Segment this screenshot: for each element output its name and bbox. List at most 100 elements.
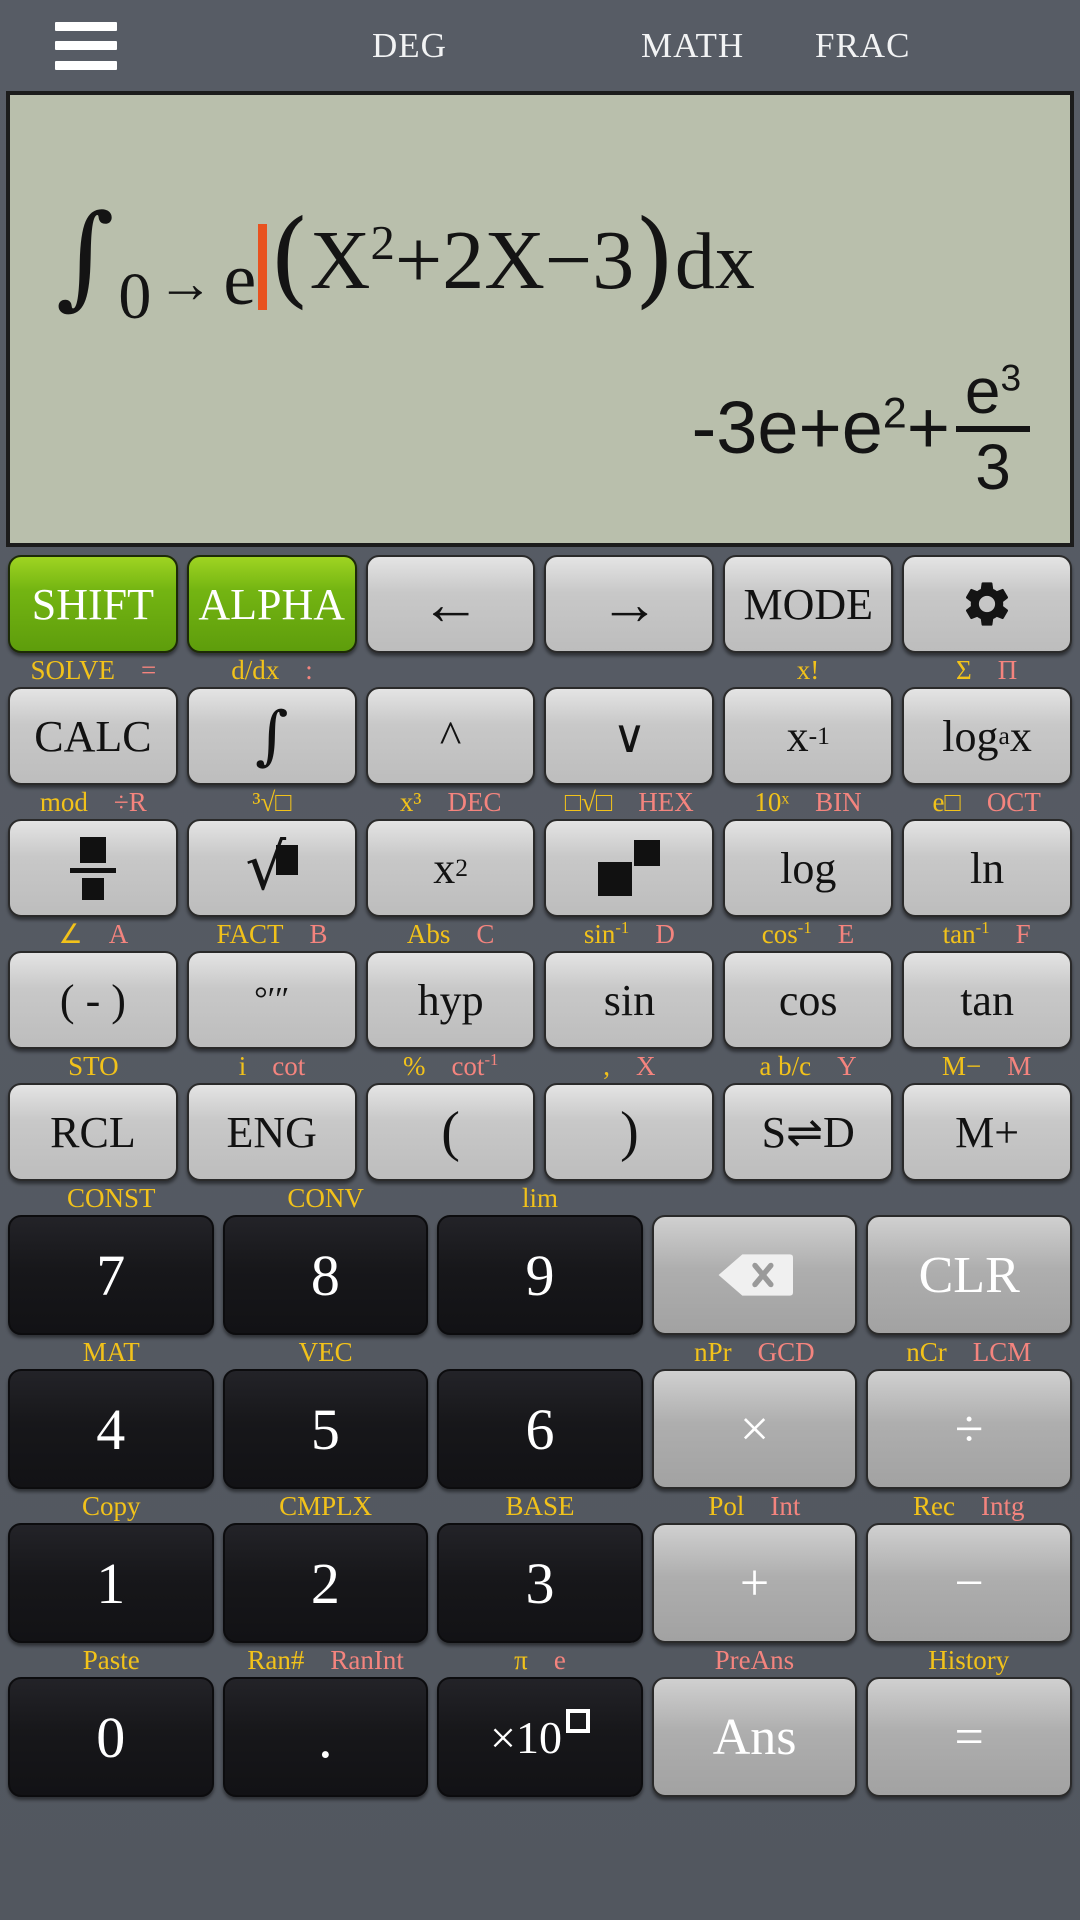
mode-button[interactable]: MODE (723, 555, 894, 653)
hint-preans: PreAns (714, 1644, 795, 1675)
hint-copy: Copy (81, 1490, 141, 1521)
plus-button[interactable]: + (651, 1523, 858, 1643)
differential-dx: dx (674, 218, 755, 306)
hyp-button[interactable]: hyp (365, 951, 536, 1049)
hint-base: BASE (505, 1490, 575, 1521)
digit-5-button[interactable]: 5 (222, 1369, 429, 1489)
hint-hex: HEX (638, 786, 694, 817)
hint-row-1: SOLVE = d/dx: x! ΣΠ (4, 653, 1076, 687)
digit-7-button[interactable]: 7 (8, 1215, 214, 1335)
hint-var-f: F (1015, 918, 1031, 949)
hint-var-d: D (655, 918, 675, 949)
square-button[interactable]: x2 (365, 819, 536, 917)
result-term-1: -3e+e2+ (691, 385, 950, 469)
reciprocal-button[interactable]: x -1 (723, 687, 894, 785)
arrow-right-button[interactable]: → (544, 555, 715, 653)
hint-bin: BIN (815, 786, 862, 817)
hint-ncr: nCr (906, 1336, 947, 1367)
digit-9-button[interactable]: 9 (437, 1215, 643, 1335)
rcl-button[interactable]: RCL (8, 1083, 178, 1181)
hint-int: Int (770, 1490, 801, 1521)
dms-button[interactable]: °′″ (186, 951, 357, 1049)
digit-4-button[interactable]: 4 (8, 1369, 214, 1489)
shift-button[interactable]: SHIFT (8, 555, 178, 653)
ans-button[interactable]: Ans (651, 1677, 858, 1797)
log-base-a-button[interactable]: log a x (902, 687, 1072, 785)
clear-button[interactable]: CLR (866, 1215, 1072, 1335)
digit-1-button[interactable]: 1 (8, 1523, 214, 1643)
hint-ran: Ran# (247, 1644, 305, 1675)
ln-button[interactable]: ln (902, 819, 1072, 917)
hint-cube-root: ³√□ (252, 786, 292, 817)
calc-button[interactable]: CALC (8, 687, 178, 785)
hint-pol: Pol (708, 1490, 745, 1521)
keypad: SHIFT ALPHA ← → MODE SOLVE = d/dx: x! ΣΠ … (0, 547, 1080, 1920)
tan-button[interactable]: tan (902, 951, 1072, 1049)
arrow-up-button[interactable]: ^ (365, 687, 536, 785)
calculator-display[interactable]: ∫ 0 → e ( X2+2X−3 ) dx -3e+e2+ e3 3 (6, 91, 1074, 547)
memory-plus-button[interactable]: M+ (902, 1083, 1072, 1181)
digit-0-button[interactable]: 0 (8, 1677, 214, 1797)
exponent-ten-icon: ×10 (490, 1709, 590, 1764)
hint-mem-minus: M− (942, 1050, 982, 1081)
format-mode-indicator: FRAC (815, 25, 911, 65)
fraction-button[interactable] (8, 819, 178, 917)
close-paren-glyph: ) (634, 197, 675, 319)
hint-abc: a b/c (759, 1050, 812, 1081)
hint-history: History (928, 1644, 1010, 1675)
alpha-button[interactable]: ALPHA (186, 555, 357, 653)
hint-cot: cot (272, 1050, 306, 1081)
arrow-down-button[interactable]: ∨ (544, 687, 715, 785)
hint-ranint: RanInt (330, 1644, 404, 1675)
cos-button[interactable]: cos (723, 951, 894, 1049)
hint-mod: mod (39, 786, 88, 817)
hint-row-4: STO i cot % cot-1 , X a b/c Y M− M (4, 1049, 1076, 1083)
minus-button[interactable]: − (866, 1523, 1072, 1643)
hint-intg: Intg (981, 1490, 1025, 1521)
keypad-row-2: CALC ∫ ^ ∨ x -1 log a x (4, 687, 1076, 785)
digit-3-button[interactable]: 3 (437, 1523, 643, 1643)
backspace-icon (718, 1254, 793, 1296)
hint-e-pow: e□ (932, 786, 961, 817)
hint-equals: = (140, 654, 157, 685)
digit-6-button[interactable]: 6 (437, 1369, 643, 1489)
digit-8-button[interactable]: 8 (222, 1215, 429, 1335)
result-expression: -3e+e2+ e3 3 (691, 357, 1030, 499)
arrow-left-button[interactable]: ← (365, 555, 536, 653)
fraction-icon (69, 836, 116, 900)
open-paren-button[interactable]: ( (365, 1083, 536, 1181)
hint-var-x: X (635, 1050, 656, 1081)
keypad-row-6: 7 8 9 CLR (4, 1215, 1076, 1335)
equals-button[interactable]: = (866, 1677, 1072, 1797)
decimal-point-button[interactable]: . (222, 1677, 429, 1797)
multiply-button[interactable]: × (651, 1369, 858, 1489)
log-button[interactable]: log (723, 819, 894, 917)
close-paren-button[interactable]: ) (544, 1083, 715, 1181)
hint-dec: DEC (447, 786, 502, 817)
square-root-button[interactable]: √ (186, 819, 357, 917)
settings-button[interactable] (902, 555, 1072, 653)
negative-button[interactable]: ( - ) (8, 951, 178, 1049)
input-expression: ∫ 0 → e ( X2+2X−3 ) dx (56, 191, 755, 333)
hint-colon: : (305, 654, 313, 685)
keypad-row-1: SHIFT ALPHA ← → MODE (4, 555, 1076, 653)
exponent-ten-button[interactable]: ×10 (437, 1677, 643, 1797)
hint-npr: nPr (694, 1336, 732, 1367)
s-to-d-button[interactable]: S⇌D (723, 1083, 894, 1181)
text-cursor (258, 224, 268, 310)
divide-button[interactable]: ÷ (866, 1369, 1072, 1489)
hint-mat: MAT (82, 1336, 140, 1367)
backspace-button[interactable] (651, 1215, 858, 1335)
hint-factorial: x! (796, 654, 820, 685)
hamburger-menu-icon[interactable] (55, 21, 117, 70)
open-paren-glyph: ( (269, 197, 310, 319)
integral-symbol: ∫ (56, 191, 115, 321)
eng-button[interactable]: ENG (186, 1083, 357, 1181)
power-button[interactable] (544, 819, 715, 917)
keypad-row-8: 1 2 3 + − (4, 1523, 1076, 1643)
gear-icon (966, 582, 1009, 626)
keypad-row-5: RCL ENG ( ) S⇌D M+ (4, 1083, 1076, 1181)
digit-2-button[interactable]: 2 (222, 1523, 429, 1643)
integral-button[interactable]: ∫ (186, 687, 357, 785)
sin-button[interactable]: sin (544, 951, 715, 1049)
